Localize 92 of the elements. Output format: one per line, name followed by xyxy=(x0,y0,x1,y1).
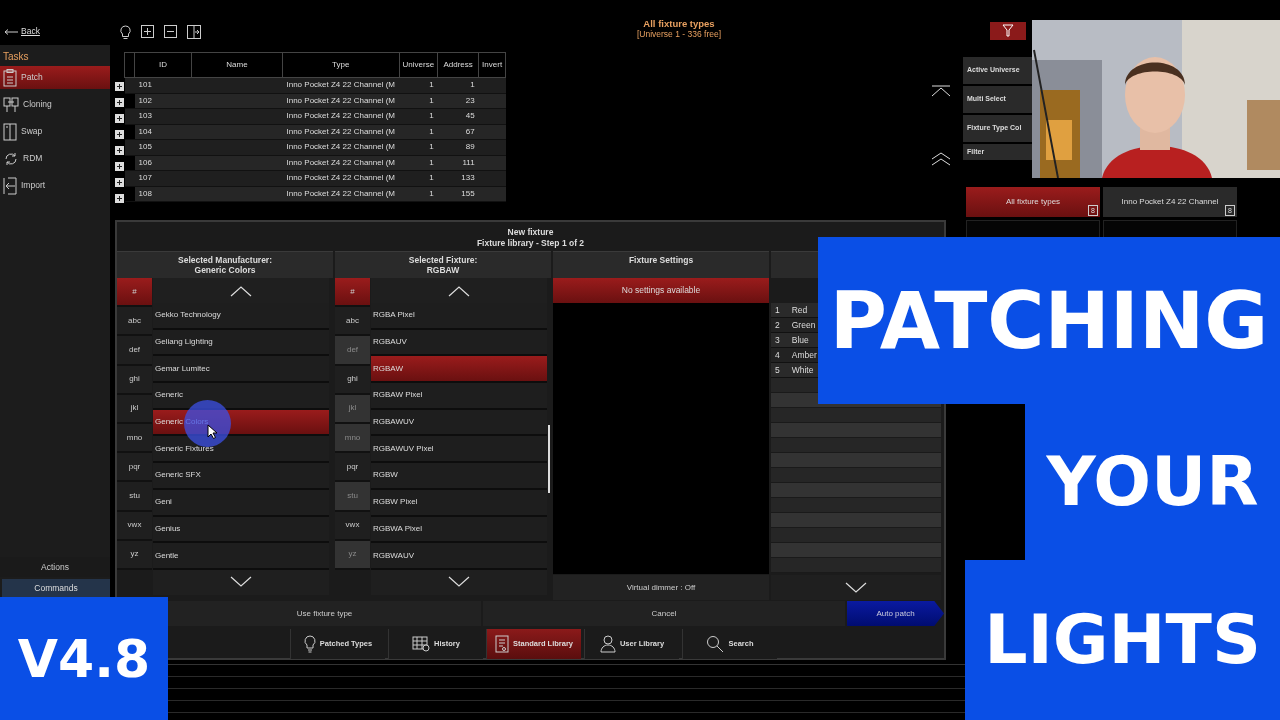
empty-tile[interactable] xyxy=(966,220,1100,238)
chevron-down-icon[interactable] xyxy=(230,576,252,589)
auto-patch-button[interactable]: Auto patch xyxy=(847,601,944,626)
page-up-icon[interactable] xyxy=(930,152,951,166)
expand-icon[interactable] xyxy=(115,114,124,123)
column-header[interactable]: ID xyxy=(134,52,192,78)
letter-filter[interactable]: ghi xyxy=(117,365,152,395)
letter-filter[interactable]: vwx xyxy=(335,511,370,541)
clipboard-icon xyxy=(3,68,17,87)
list-item[interactable]: RGBAW xyxy=(371,356,547,384)
dialog-button[interactable]: Use fixture type xyxy=(168,601,481,626)
channel-name: Blue xyxy=(791,333,809,347)
expand-icon[interactable] xyxy=(115,146,124,155)
table-icon xyxy=(412,636,431,652)
swap-icon xyxy=(3,122,17,141)
refresh-icon xyxy=(3,150,19,167)
letter-filter[interactable]: jkl xyxy=(117,394,152,424)
sidebar-item[interactable]: Swap xyxy=(0,120,110,143)
column-heading: Selected Fixture: xyxy=(407,255,479,266)
section-title: Tasks xyxy=(2,50,30,64)
column-header[interactable]: Name xyxy=(191,52,283,78)
column-heading: Selected Manufacturer: xyxy=(177,255,273,266)
letter-filter[interactable]: yz xyxy=(117,540,152,570)
version-text: V4.8 xyxy=(0,597,168,720)
empty-tile[interactable] xyxy=(1103,220,1237,238)
person-icon xyxy=(599,635,616,653)
channel-number: 1 xyxy=(775,303,780,317)
letter-filter[interactable]: vwx xyxy=(117,511,152,541)
column-header[interactable]: Address xyxy=(437,52,479,78)
column-heading: Fixture Settings xyxy=(627,255,695,266)
expand-icon[interactable] xyxy=(115,178,124,187)
chevron-down-icon[interactable] xyxy=(845,581,867,594)
channel-number: 5 xyxy=(775,363,780,377)
channel-name: Amber xyxy=(791,348,817,362)
letter-filter[interactable]: # xyxy=(335,278,370,308)
letter-filter[interactable]: pqr xyxy=(117,453,152,483)
exit-icon[interactable] xyxy=(187,25,201,39)
sidebar-item[interactable]: Cloning xyxy=(0,93,110,116)
title-text: YOUR xyxy=(1025,404,1280,560)
letter-filter[interactable]: abc xyxy=(335,307,370,337)
letter-filter[interactable]: ghi xyxy=(335,365,370,395)
expand-all-icon[interactable] xyxy=(141,25,154,38)
expand-icon[interactable] xyxy=(115,98,124,107)
header-title: All fixture types xyxy=(642,17,716,30)
channel-number: 3 xyxy=(775,333,780,347)
back-link[interactable]: Back xyxy=(0,7,110,38)
letter-filter[interactable]: mno xyxy=(117,423,152,454)
collapse-all-icon[interactable] xyxy=(164,25,177,38)
channel-number: 2 xyxy=(775,318,780,332)
scrollbar-thumb[interactable] xyxy=(548,425,550,493)
channel-name: Red xyxy=(791,303,808,317)
letter-filter[interactable]: abc xyxy=(117,307,152,337)
back-arrow-icon xyxy=(4,28,18,35)
channel-name: Green xyxy=(791,318,816,332)
settings-notice: No settings available xyxy=(553,278,769,303)
header-subtitle: [Universe 1 - 336 free] xyxy=(635,29,723,40)
letter-filter[interactable]: # xyxy=(117,278,152,308)
sidebar-item[interactable]: Patch xyxy=(0,66,110,89)
virtual-dimmer-button[interactable]: Virtual dimmer : Off xyxy=(553,575,769,600)
channel-name: White xyxy=(791,363,814,377)
dialog-subtitle: Fixture library - Step 1 of 2 xyxy=(475,237,586,249)
bulb-icon xyxy=(303,635,316,653)
sidebar-item[interactable]: Import xyxy=(0,174,110,197)
letter-filter[interactable]: stu xyxy=(117,482,152,512)
dialog-button[interactable]: Cancel xyxy=(483,601,845,626)
chevron-down-icon[interactable] xyxy=(448,576,470,589)
dialog-title: New fixture xyxy=(506,227,555,238)
import-icon xyxy=(3,176,17,195)
column-header[interactable]: Type xyxy=(282,52,399,78)
filter-icon xyxy=(1002,24,1014,37)
selected-value: Generic Colors xyxy=(193,265,257,276)
bulb-icon[interactable] xyxy=(120,25,131,40)
column-header[interactable]: Invert xyxy=(478,52,506,78)
chevron-up-icon[interactable] xyxy=(230,284,252,297)
sidebar-item[interactable]: RDM xyxy=(0,147,110,170)
channel-number: 4 xyxy=(775,348,780,362)
selected-value: RGBAW xyxy=(425,265,461,276)
expand-icon[interactable] xyxy=(115,82,124,91)
letter-filter[interactable]: def xyxy=(117,336,152,366)
filter-button[interactable] xyxy=(990,21,1026,40)
search-icon xyxy=(706,635,725,653)
title-text: PATCHING xyxy=(818,237,1280,404)
clone-icon xyxy=(3,96,19,113)
expand-icon[interactable] xyxy=(115,162,124,171)
expand-icon[interactable] xyxy=(115,194,124,203)
expand-icon[interactable] xyxy=(115,130,124,139)
scroll-top-icon[interactable] xyxy=(930,85,951,97)
letter-filter[interactable]: pqr xyxy=(335,453,370,483)
chevron-up-icon[interactable] xyxy=(448,284,470,297)
document-icon xyxy=(495,635,509,653)
title-text: LIGHTS xyxy=(965,560,1280,720)
column-header[interactable]: Universe xyxy=(399,52,438,78)
